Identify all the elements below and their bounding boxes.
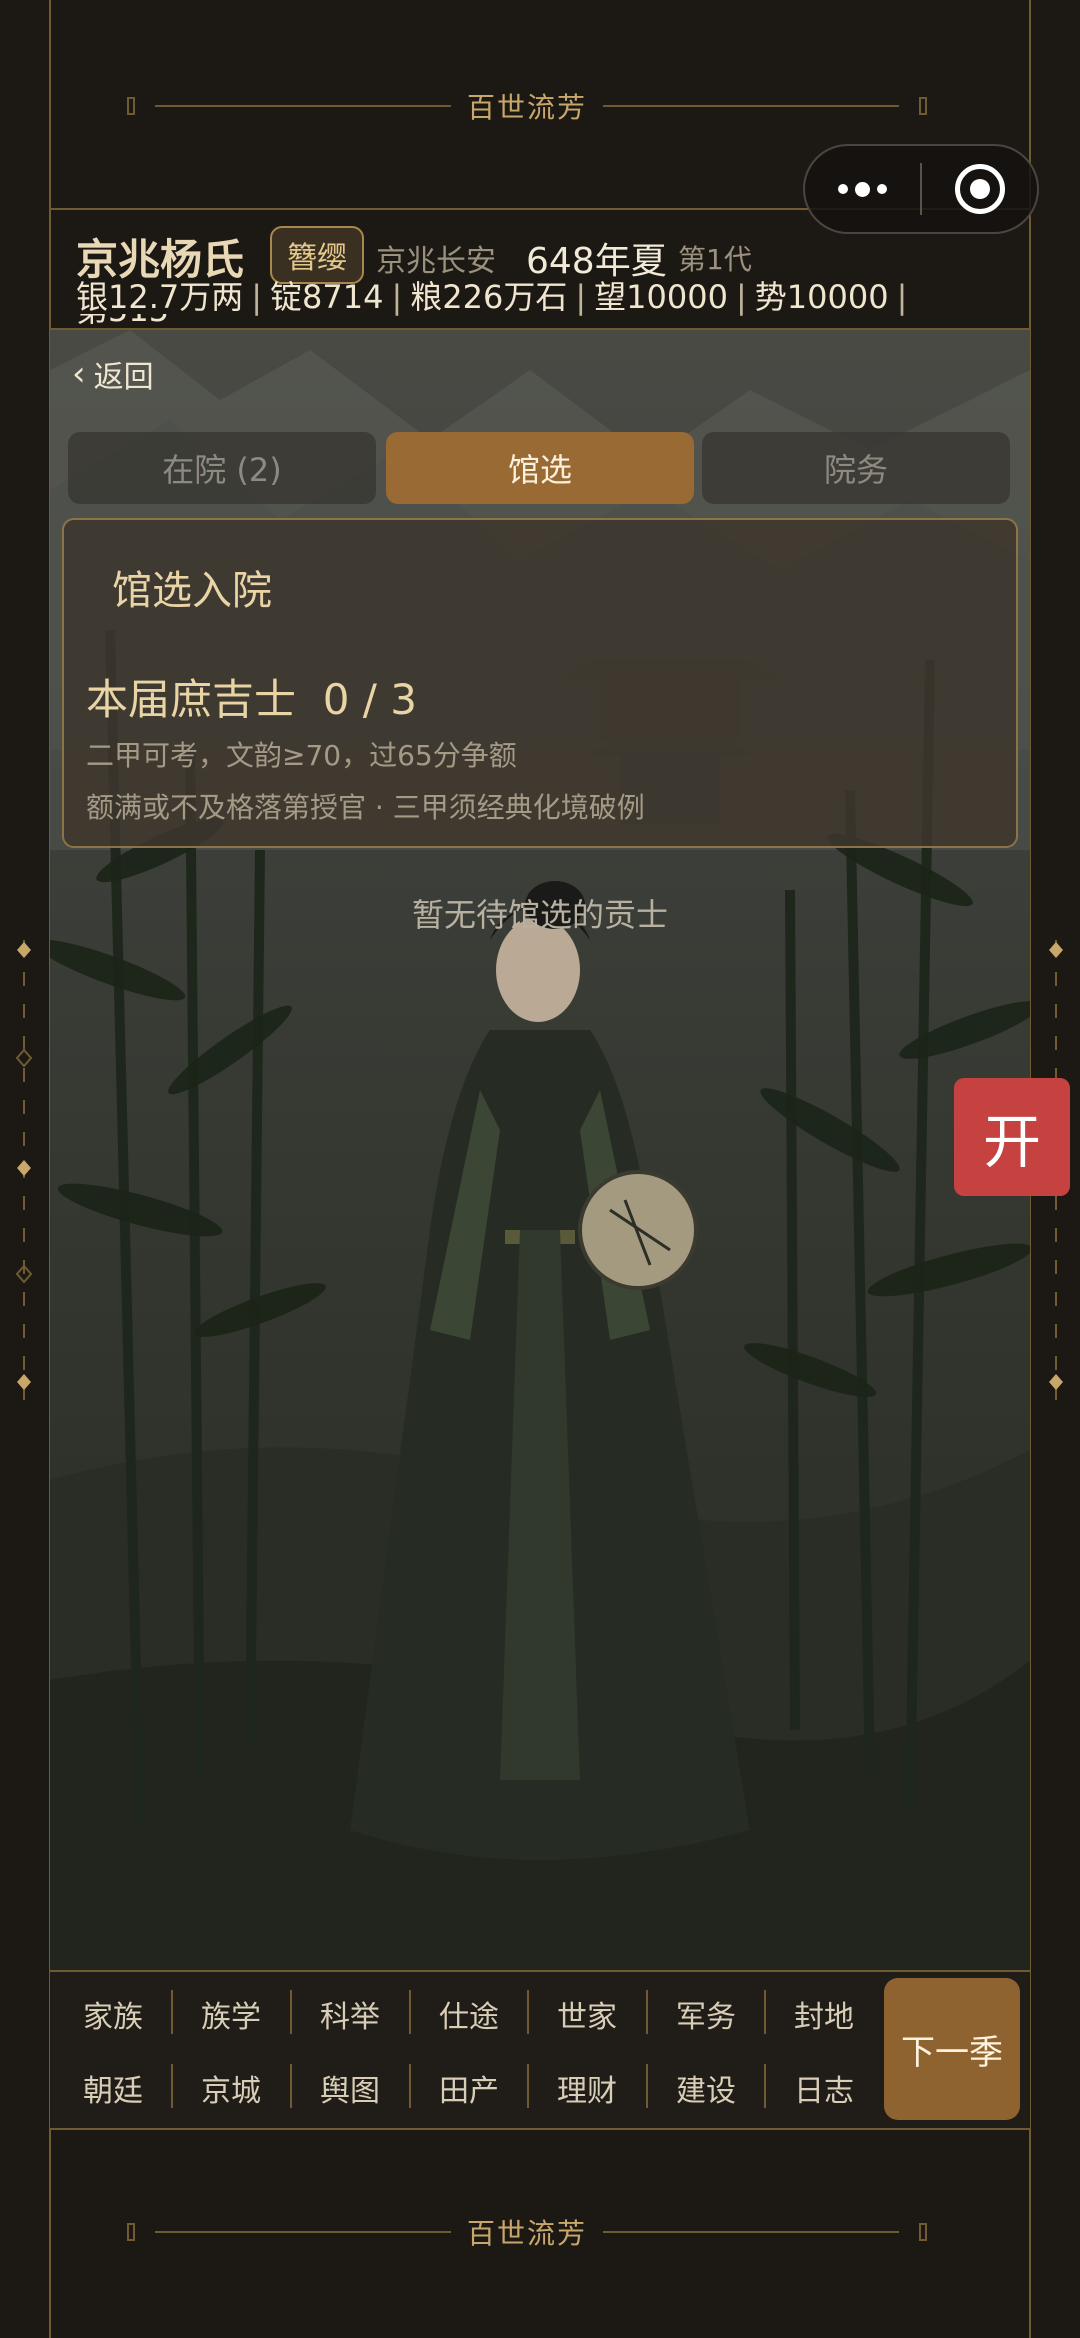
lady-figure bbox=[350, 881, 750, 1860]
more-menu-button[interactable] bbox=[805, 146, 920, 232]
left-side-ornament bbox=[15, 940, 33, 1400]
tab-academy-affairs[interactable]: 院务 bbox=[702, 432, 1010, 504]
tab-in-academy[interactable]: 在院 (2) bbox=[68, 432, 376, 504]
stat-silver: 银12.7万两 bbox=[76, 278, 244, 316]
banner-rule bbox=[155, 2231, 451, 2233]
card-heading: 馆选入院 bbox=[112, 568, 272, 614]
nav-item-fief[interactable]: 封地 bbox=[765, 1992, 883, 2036]
nav-item-noble-houses[interactable]: 世家 bbox=[528, 1992, 646, 2036]
empty-state-text: 暂无待馆选的贡士 bbox=[411, 896, 668, 934]
banner-cap-right bbox=[919, 97, 928, 115]
nav-item-career[interactable]: 仕途 bbox=[410, 1992, 528, 2036]
stat-grain: 粮226万石 bbox=[410, 278, 568, 316]
back-label: 返回 bbox=[93, 360, 154, 395]
stat-power: 势10000 bbox=[754, 278, 889, 316]
banner-title: 百世流芳 bbox=[467, 2217, 588, 2250]
nav-item-military[interactable]: 军务 bbox=[647, 1992, 765, 2036]
requirement-text: 二甲可考，文韵≥70，过65分争额 bbox=[86, 739, 517, 772]
stats-overflow-row: 第515 bbox=[76, 314, 276, 328]
back-button[interactable]: ‹ 返回 bbox=[72, 352, 154, 396]
banner-rule bbox=[603, 105, 900, 107]
banner-cap-right bbox=[919, 2223, 928, 2241]
nav-item-capital[interactable]: 京城 bbox=[172, 2066, 290, 2110]
nav-item-construction[interactable]: 建设 bbox=[647, 2066, 765, 2110]
selection-info-card: 馆选入院 本届庶吉士 0 / 3 二甲可考，文韵≥70，过65分争额 额满或不及… bbox=[62, 518, 1018, 848]
more-dots-icon bbox=[838, 181, 887, 197]
bottom-nav: 家族 族学 科举 仕途 世家 军务 封地 朝廷 京城 舆图 田产 理财 建设 日… bbox=[50, 1972, 1030, 2128]
nav-item-finance[interactable]: 理财 bbox=[528, 2066, 646, 2110]
bottom-banner: 百世流芳 bbox=[127, 2212, 928, 2252]
close-miniprogram-button[interactable] bbox=[922, 146, 1037, 232]
chevron-left-icon: ‹ bbox=[72, 354, 86, 394]
miniprogram-capsule bbox=[803, 144, 1039, 234]
open-button[interactable]: 开 bbox=[954, 1078, 1070, 1196]
banner-cap-left bbox=[127, 2223, 135, 2241]
resource-stats: 银12.7万两 | 锭8714 | 粮226万石 | 望10000 | 势10000 | bbox=[76, 278, 908, 316]
top-banner: 百世流芳 bbox=[127, 86, 928, 126]
nav-item-map[interactable]: 舆图 bbox=[291, 2066, 409, 2110]
target-icon bbox=[954, 164, 1005, 214]
nav-item-clan-school[interactable]: 族学 bbox=[172, 1992, 290, 2036]
rule-text: 额满或不及格落第授官 · 三甲须经典化境破例 bbox=[86, 791, 645, 824]
frame-nav-bottom-rule bbox=[49, 2128, 1030, 2130]
banner-cap-left bbox=[127, 97, 135, 115]
nav-item-estates[interactable]: 田产 bbox=[410, 2066, 528, 2110]
nav-item-family[interactable]: 家族 bbox=[54, 1992, 172, 2036]
quota-label: 本届庶吉士 0 / 3 bbox=[86, 675, 417, 724]
banner-title: 百世流芳 bbox=[467, 91, 588, 124]
nav-item-log[interactable]: 日志 bbox=[765, 2066, 883, 2110]
nav-item-exam[interactable]: 科举 bbox=[291, 1992, 409, 2036]
stat-ingot: 锭8714 bbox=[270, 278, 384, 316]
stat-prestige: 望10000 bbox=[594, 278, 728, 316]
banner-rule bbox=[155, 105, 451, 107]
nav-item-court[interactable]: 朝廷 bbox=[54, 2066, 172, 2110]
tab-selection[interactable]: 馆选 bbox=[386, 432, 694, 504]
next-season-button[interactable]: 下一季 bbox=[884, 1978, 1020, 2120]
banner-rule bbox=[603, 2231, 900, 2233]
